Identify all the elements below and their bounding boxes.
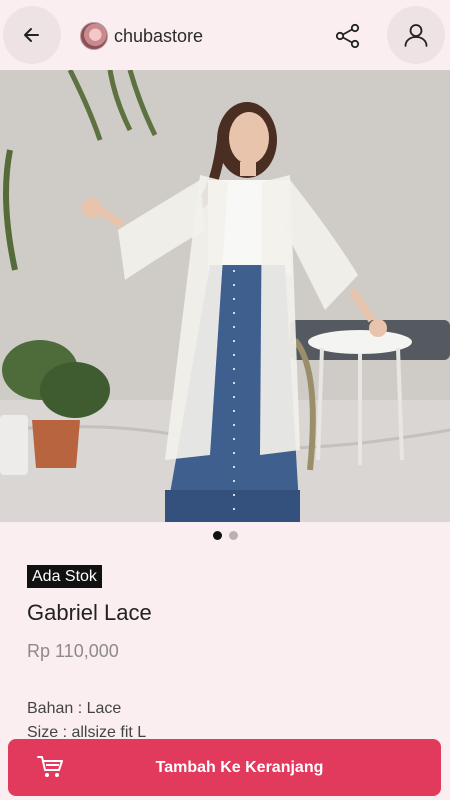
pagination-dot-1[interactable] [212,531,222,540]
store-name: chubastore [114,25,204,46]
description-line: Bahan : Lace [27,700,122,717]
store-avatar [80,22,108,50]
share-icon [335,23,360,49]
share-button[interactable] [333,21,363,51]
top-bar: chubastore [0,0,450,70]
cart-icon [37,756,63,777]
add-to-cart-label: Tambah Ke Keranjang [155,758,324,776]
pagination-dot-2[interactable] [228,531,238,540]
product-photo [0,70,450,522]
account-button[interactable] [387,6,445,64]
product-image[interactable] [0,70,450,522]
arrow-left-icon [24,28,39,42]
store-link[interactable]: chubastore [80,21,203,51]
product-price: Rp 110,000 [27,641,119,661]
gallery-pagination [0,531,450,540]
add-to-cart-button[interactable]: Tambah Ke Keranjang [8,739,441,796]
user-icon [404,24,428,47]
stock-badge: Ada Stok [27,565,102,588]
product-title: Gabriel Lace [27,600,152,625]
back-button[interactable] [3,6,61,64]
product-description: Bahan : Lace Size : allsize fit L [27,697,146,745]
